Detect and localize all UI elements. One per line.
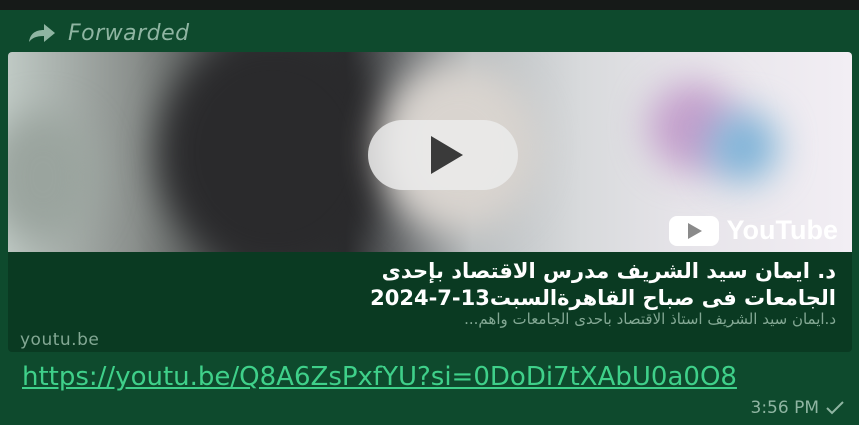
- youtube-watermark: YouTube: [668, 215, 838, 246]
- preview-title-line-2: الجامعات فى صباح القاهرةالسبت13-7-2024: [370, 286, 836, 310]
- forwarded-label: Forwarded: [68, 20, 190, 46]
- play-button[interactable]: [368, 120, 518, 190]
- message-time: 3:56 PM: [750, 398, 820, 418]
- preview-title-line-1: د. ايمان سيد الشريف مدرس الاقتصاد بإحدى: [381, 259, 836, 283]
- preview-title[interactable]: د. ايمان سيد الشريف مدرس الاقتصاد بإحدى …: [16, 258, 836, 312]
- preview-domain: youtu.be: [20, 330, 100, 350]
- link-preview-card[interactable]: YouTube د. ايمان سيد الشريف مدرس الاقتصا…: [8, 52, 852, 352]
- youtube-logo-icon: [668, 215, 719, 246]
- play-icon: [431, 136, 463, 174]
- message-meta: 3:56 PM: [751, 398, 846, 418]
- preview-description: د.ايمان سيد الشريف استاذ الاقتصاد باحدى …: [464, 310, 836, 328]
- message-link[interactable]: https://youtu.be/Q8A6ZsPxfYU?si=0DoDi7tX…: [22, 362, 762, 392]
- forwarded-indicator: Forwarded: [28, 18, 190, 48]
- sent-check-icon: [826, 401, 844, 415]
- video-thumbnail[interactable]: YouTube: [8, 52, 852, 252]
- youtube-brand-text: YouTube: [726, 215, 838, 245]
- forward-arrow-icon: [29, 24, 55, 42]
